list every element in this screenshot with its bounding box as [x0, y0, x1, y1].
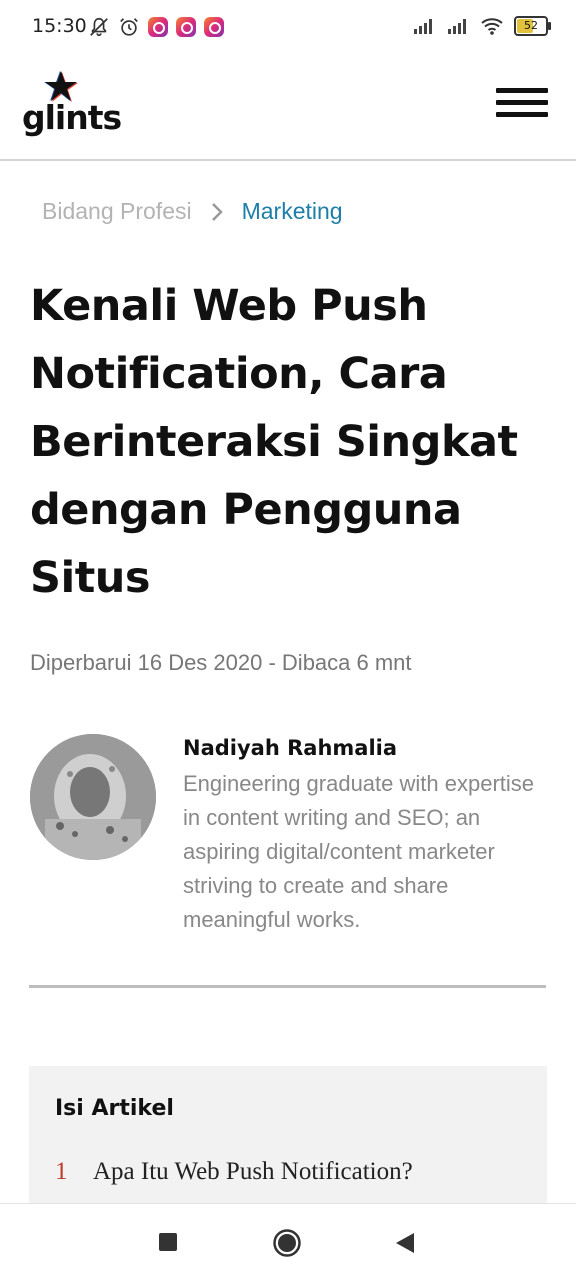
toc-item-number: 1 [55, 1158, 68, 1185]
toc-item-text[interactable]: Apa Itu Web Push Notification? [93, 1158, 413, 1186]
logo-text: glints [22, 98, 122, 137]
status-left-icons [88, 16, 224, 38]
article-meta: Diperbarui 16 Des 2020 - Dibaca 6 mnt [30, 650, 412, 675]
author-name[interactable]: Nadiyah Rahmalia [183, 736, 397, 760]
status-right-icons: 52 [412, 16, 551, 36]
home-icon[interactable] [272, 1228, 302, 1258]
recents-icon[interactable] [158, 1232, 178, 1252]
breadcrumb-item-bidang-profesi[interactable]: Bidang Profesi [42, 198, 192, 225]
site-header: glints [0, 56, 576, 161]
system-nav-bar [0, 1203, 576, 1281]
author-avatar [30, 734, 156, 860]
glints-logo[interactable]: glints [22, 70, 122, 140]
instagram-icon [148, 17, 168, 37]
instagram-icon [204, 17, 224, 37]
breadcrumb-item-marketing[interactable]: Marketing [242, 198, 343, 225]
chevron-right-icon [211, 202, 223, 221]
notification-off-icon [90, 17, 108, 37]
battery-level: 52 [524, 19, 538, 32]
author-bio: Engineering graduate with expertise in c… [183, 771, 535, 932]
signal-icon [414, 19, 432, 34]
battery-icon: 52 [514, 16, 551, 36]
alarm-icon [120, 18, 138, 36]
back-icon[interactable] [395, 1232, 415, 1254]
wifi-icon [481, 18, 503, 35]
menu-icon[interactable] [496, 88, 548, 120]
toc-title: Isi Artikel [55, 1096, 174, 1121]
divider [29, 985, 546, 988]
table-of-contents: Isi Artikel 1 Apa Itu Web Push Notificat… [29, 1066, 547, 1216]
article-title: Kenali Web Push Notification, Cara Berin… [30, 281, 518, 603]
status-time: 15:30 [32, 15, 87, 37]
signal-icon [448, 19, 466, 34]
status-bar: 15:30 52 [0, 0, 576, 56]
instagram-icon [176, 17, 196, 37]
breadcrumb: Bidang Profesi Marketing [42, 198, 343, 225]
toc-item[interactable]: 1 Apa Itu Web Push Notification? [55, 1158, 413, 1186]
